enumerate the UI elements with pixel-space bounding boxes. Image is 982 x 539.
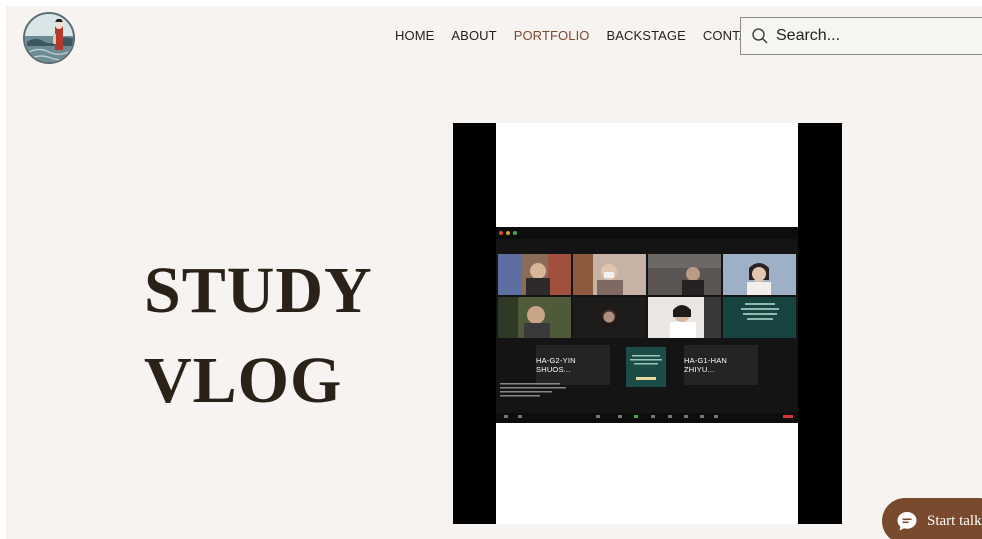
page-title: STUDY VLOG <box>144 246 373 426</box>
search-icon <box>752 28 768 44</box>
chat-widget-label: Start talking <box>927 512 982 529</box>
search-input[interactable] <box>776 27 976 45</box>
shared-book-cover <box>626 347 666 387</box>
site-logo[interactable] <box>23 12 75 64</box>
logo-artwork-icon <box>25 14 73 62</box>
nav-backstage[interactable]: BACKSTAGE <box>607 28 686 43</box>
participant-video <box>648 254 721 295</box>
chat-bubble-icon <box>897 512 917 531</box>
nav-home[interactable]: HOME <box>395 28 434 43</box>
main-navigation: HOME ABOUT PORTFOLIO BACKSTAGE CONTACT <box>395 28 782 43</box>
video-player[interactable]: HA-G2-YIN SHUOS... HA-G1-HAN ZHIYU... <box>453 123 842 524</box>
video-letterbox-top <box>496 123 798 227</box>
participant-video <box>723 297 796 338</box>
title-line-2: VLOG <box>144 344 343 417</box>
participant-video <box>723 254 796 295</box>
participant-name-tile: HA-G2-YIN SHUOS... <box>536 345 610 385</box>
participant-video <box>498 254 571 295</box>
chat-widget-button[interactable]: Start talking <box>882 498 982 539</box>
nav-portfolio[interactable]: PORTFOLIO <box>514 28 590 43</box>
participant-video <box>498 297 571 338</box>
call-toolbar <box>496 227 798 239</box>
title-line-1: STUDY <box>144 254 373 327</box>
participant-video <box>573 254 646 295</box>
participant-video <box>573 297 646 338</box>
search-box[interactable] <box>740 17 982 55</box>
video-letterbox-bottom <box>496 423 798 524</box>
chat-message-preview <box>500 380 572 398</box>
call-controls-bar <box>496 413 798 423</box>
nav-about[interactable]: ABOUT <box>451 28 496 43</box>
video-call-screenshot: HA-G2-YIN SHUOS... HA-G1-HAN ZHIYU... <box>496 227 798 423</box>
participant-video <box>648 297 721 338</box>
participant-name-tile: HA-G1-HAN ZHIYU... <box>684 345 758 385</box>
page-background: HOME ABOUT PORTFOLIO BACKSTAGE CONTACT S… <box>6 6 982 539</box>
